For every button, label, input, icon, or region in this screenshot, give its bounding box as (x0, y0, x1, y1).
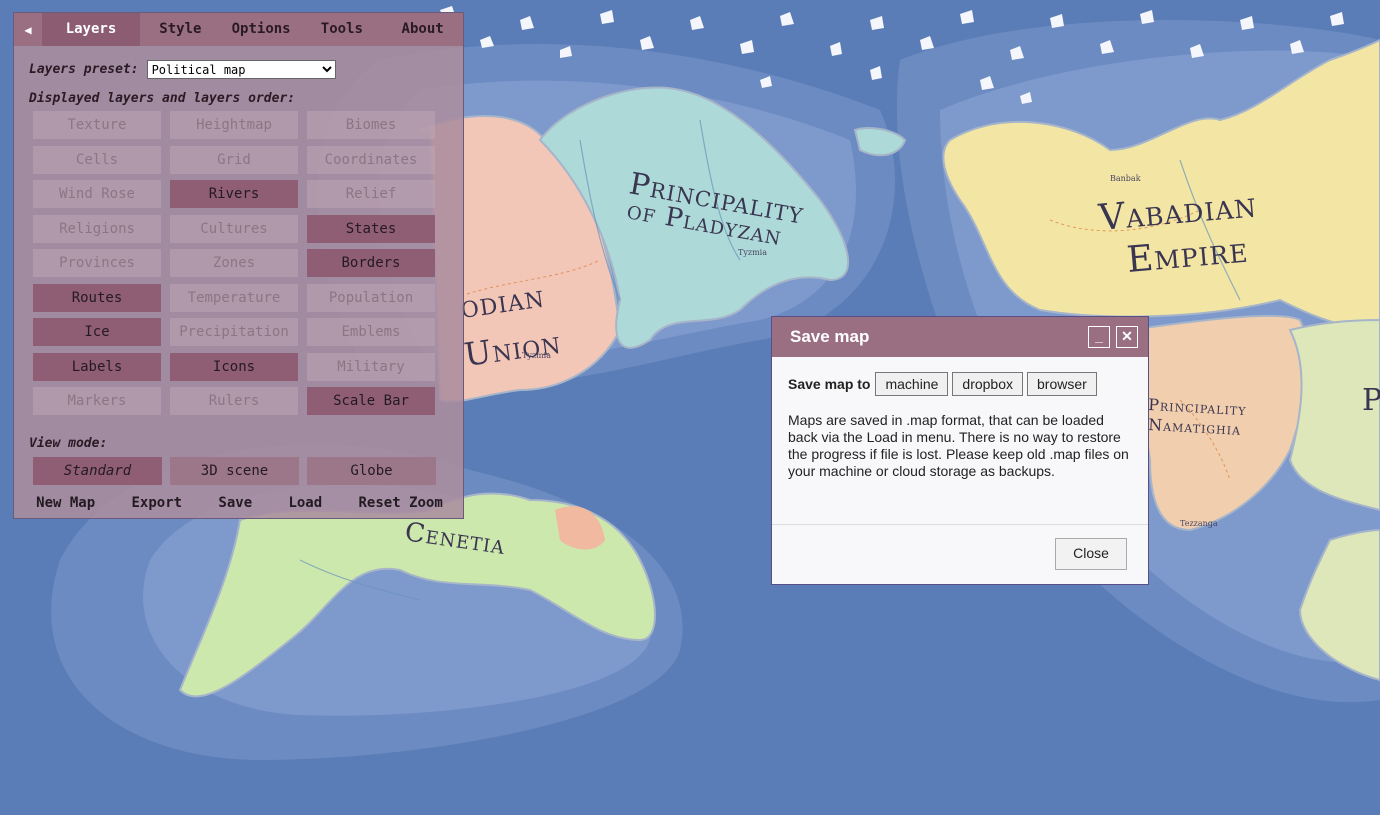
dialog-title: Save map (790, 327, 870, 346)
save-to-label: Save map to (788, 376, 871, 392)
layer-toggle-temperature[interactable]: Temperature (170, 283, 298, 312)
town-label: Banbak (1110, 174, 1141, 183)
layer-toggle-coordinates[interactable]: Coordinates (307, 145, 435, 174)
collapse-menu-icon[interactable]: ◀ (14, 23, 42, 37)
layer-toggle-rulers[interactable]: Rulers (170, 387, 298, 415)
menu-tabs: ◀ Layers Style Options Tools About (14, 13, 463, 46)
town-label: Tyzmia (738, 248, 767, 257)
view-3d-scene-button[interactable]: 3D scene (170, 457, 299, 485)
layer-toggle-heightmap[interactable]: Heightmap (170, 111, 298, 139)
layer-toggle-zones[interactable]: Zones (170, 249, 298, 277)
close-button[interactable]: Close (1055, 538, 1127, 570)
save-machine-button[interactable]: machine (875, 372, 949, 396)
layers-order-label: Displayed layers and layers order: (29, 91, 296, 106)
layers-preset-select[interactable]: Political map (146, 60, 336, 79)
layer-toggle-markers[interactable]: Markers (33, 387, 161, 415)
save-target-row: Save map to machine dropbox browser (788, 372, 1132, 396)
export-button[interactable]: Export (132, 495, 183, 511)
save-browser-button[interactable]: browser (1027, 372, 1097, 396)
town-label: Tyzmia (522, 351, 551, 360)
layer-toggle-texture[interactable]: Texture (33, 111, 161, 139)
dialog-footer: Close (772, 524, 1148, 585)
layer-toggle-cells[interactable]: Cells (33, 145, 161, 174)
layer-toggle-military[interactable]: Military (307, 352, 435, 381)
layers-grid: Texture Heightmap Biomes Cells Grid Coordinat… (33, 111, 438, 415)
dialog-titlebar[interactable]: Save map _ ✕ (772, 317, 1148, 357)
tab-options[interactable]: Options (221, 13, 302, 46)
layer-toggle-biomes[interactable]: Biomes (307, 111, 435, 139)
tab-tools[interactable]: Tools (302, 13, 383, 46)
layers-preset-label: Layers preset: (29, 62, 139, 77)
save-button[interactable]: Save (218, 495, 252, 511)
layer-toggle-scale-bar[interactable]: Scale Bar (307, 387, 435, 415)
layer-toggle-routes[interactable]: Routes (33, 283, 161, 312)
save-map-dialog: Save map _ ✕ Save map to machine dropbox… (771, 316, 1149, 585)
layer-toggle-icons[interactable]: Icons (170, 352, 298, 381)
view-standard-button[interactable]: Standard (33, 457, 162, 485)
view-mode-label: View mode: (29, 436, 108, 451)
reset-zoom-button[interactable]: Reset Zoom (359, 495, 443, 511)
layer-toggle-emblems[interactable]: Emblems (307, 318, 435, 346)
state-label-edge: P (1362, 383, 1380, 418)
tab-style[interactable]: Style (140, 13, 221, 46)
layer-toggle-religions[interactable]: Religions (33, 214, 161, 243)
minimize-icon[interactable]: _ (1088, 326, 1110, 348)
options-panel: ◀ Layers Style Options Tools About Layer… (13, 12, 464, 519)
layers-preset-row: Layers preset: Political map (29, 60, 463, 79)
view-mode-buttons: Standard 3D scene Globe (33, 457, 436, 485)
layer-toggle-borders[interactable]: Borders (307, 249, 435, 277)
layer-toggle-provinces[interactable]: Provinces (33, 249, 161, 277)
tab-layers[interactable]: Layers (42, 13, 140, 46)
load-button[interactable]: Load (288, 495, 322, 511)
layer-toggle-cultures[interactable]: Cultures (170, 214, 298, 243)
layer-toggle-labels[interactable]: Labels (33, 352, 161, 381)
menu-actions: New Map Export Save Load Reset Zoom (14, 495, 465, 511)
dialog-body: Save map to machine dropbox browser Maps… (772, 357, 1148, 480)
layer-toggle-rivers[interactable]: Rivers (170, 180, 298, 208)
layer-toggle-relief[interactable]: Relief (307, 180, 435, 208)
view-globe-button[interactable]: Globe (307, 457, 436, 485)
tab-about[interactable]: About (382, 13, 463, 46)
layer-toggle-grid[interactable]: Grid (170, 145, 298, 174)
layer-toggle-population[interactable]: Population (307, 283, 435, 312)
save-description: Maps are saved in .map format, that can … (788, 412, 1129, 479)
layer-toggle-ice[interactable]: Ice (33, 318, 161, 346)
save-dropbox-button[interactable]: dropbox (952, 372, 1023, 396)
new-map-button[interactable]: New Map (36, 495, 95, 511)
layer-toggle-precipitation[interactable]: Precipitation (170, 318, 298, 346)
layer-toggle-states[interactable]: States (307, 214, 435, 243)
layer-toggle-wind-rose[interactable]: Wind Rose (33, 180, 161, 208)
close-icon[interactable]: ✕ (1116, 326, 1138, 348)
town-label: Tezzanga (1180, 519, 1218, 528)
